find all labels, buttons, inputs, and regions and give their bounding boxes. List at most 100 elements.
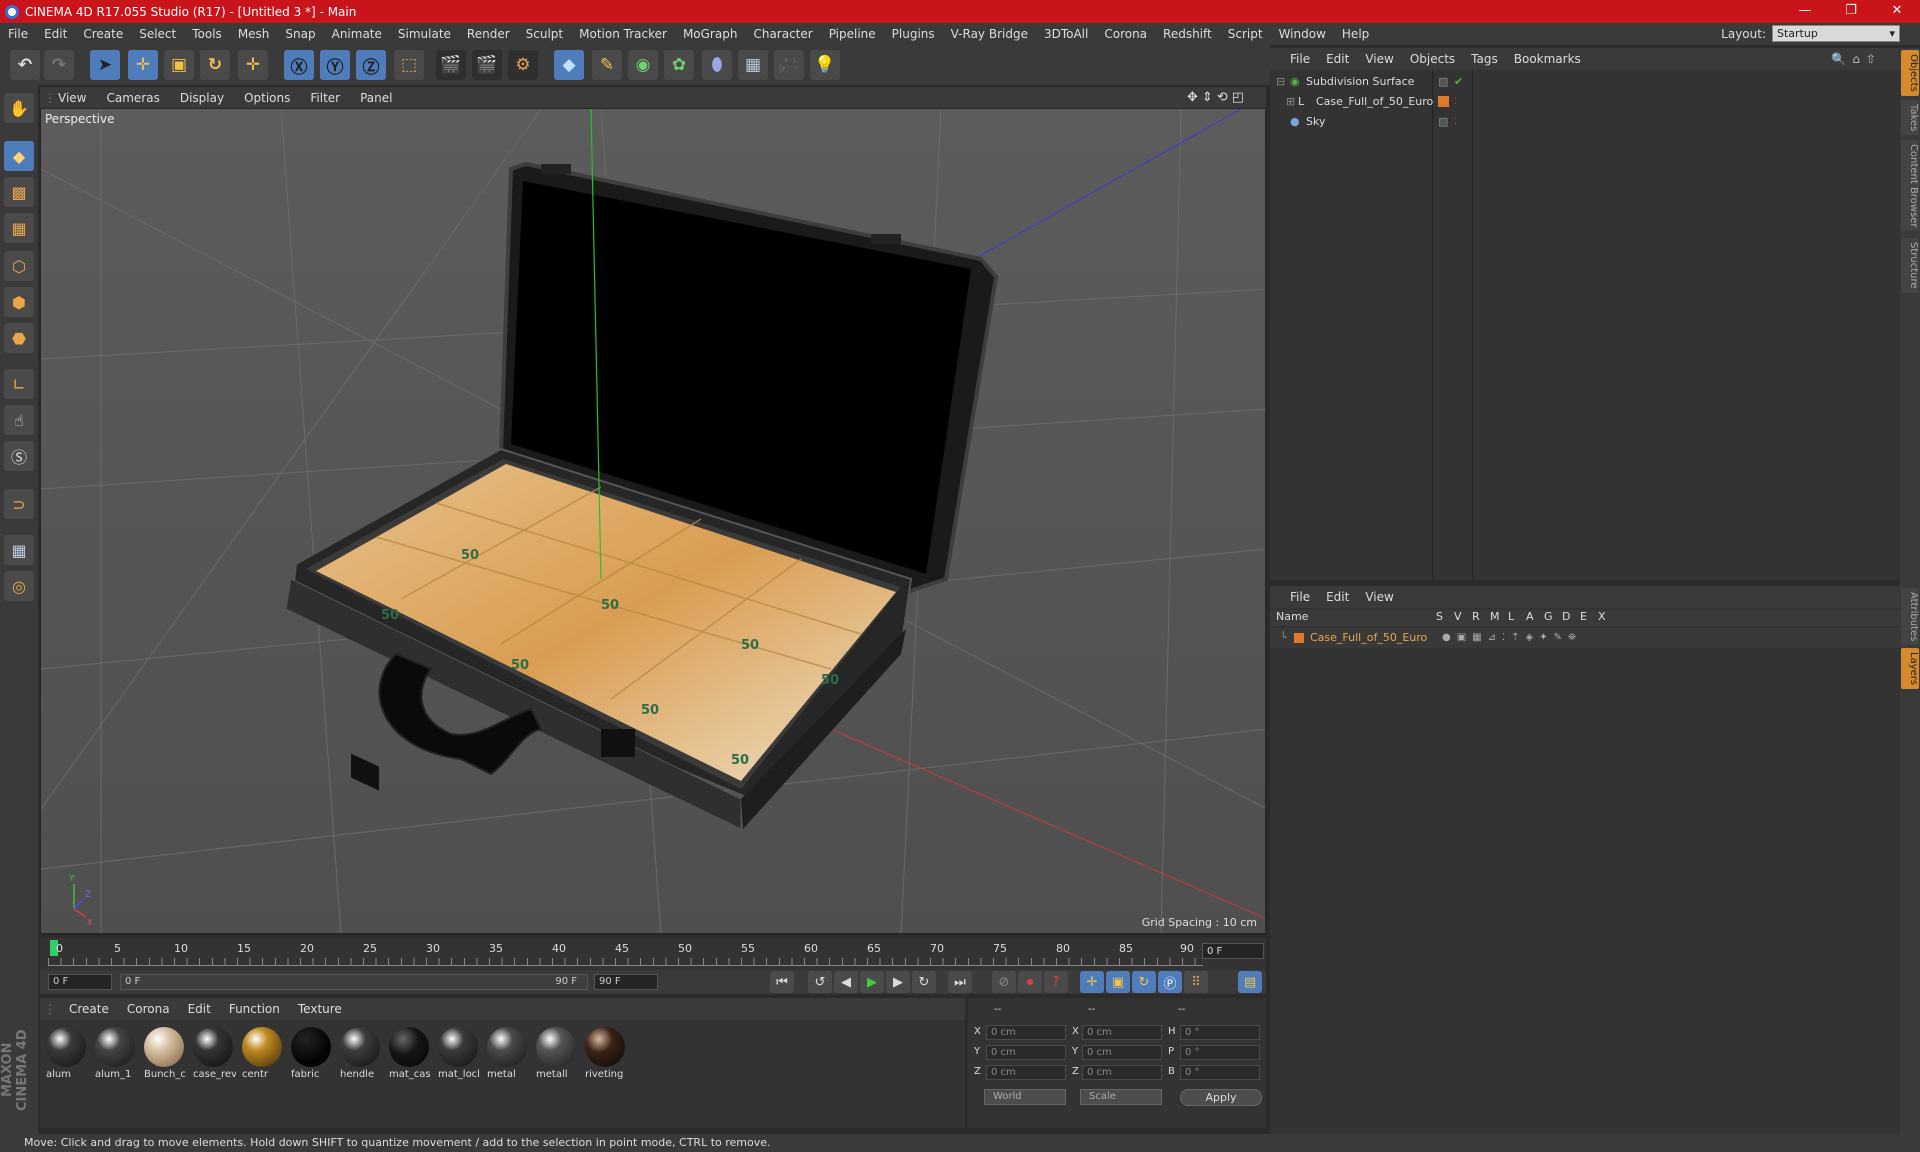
layer-col-xref[interactable]: X [1598,610,1606,623]
material-swatch[interactable]: metall [533,1025,579,1083]
redo-icon[interactable]: ↷ [44,50,74,80]
layer-col-deformers[interactable]: D [1562,610,1570,623]
apply-button[interactable]: Apply [1180,1089,1262,1106]
material-menu-edit[interactable]: Edit [179,1002,220,1016]
menu-tools[interactable]: Tools [184,27,230,41]
menu-window[interactable]: Window [1271,27,1334,41]
position-y-field[interactable]: 0 cm [986,1045,1066,1060]
menu-simulate[interactable]: Simulate [390,27,459,41]
menu-select[interactable]: Select [131,27,184,41]
undo-icon[interactable]: ↶ [10,50,40,80]
last-tool-icon[interactable]: ✛ [238,50,268,80]
material-swatch[interactable]: riveting [582,1025,628,1083]
go-to-end-icon[interactable]: ⏭ [948,971,972,993]
axis-mode-icon[interactable]: ∟ [4,369,34,399]
layer-col-view[interactable]: V [1454,610,1462,623]
viewport-menu-cameras[interactable]: Cameras [96,91,169,105]
layer-row[interactable]: └ Case_Full_of_50_Euro ●▣▦⊿⁚⇡◈✦✎⛯ [1270,628,1900,648]
restore-button[interactable]: ❐ [1828,0,1874,23]
menu-mograph[interactable]: MoGraph [675,27,746,41]
layer-menu-file[interactable]: File [1282,590,1318,604]
camera-icon[interactable]: 🎥 [774,50,804,80]
subdivision-icon[interactable]: ◉ [628,50,658,80]
viewport-menu-view[interactable]: View [48,91,96,105]
menu-pipeline[interactable]: Pipeline [821,27,884,41]
object-row[interactable]: ⊟ ◉ Subdivision Surface ▨ ✔ [1270,72,1900,92]
record-keys-icon[interactable]: ⊘ [992,971,1016,993]
move-icon[interactable]: ✛ [128,50,158,80]
autokey-icon[interactable]: ⏺ [1018,971,1042,993]
layer-toggle-icons[interactable]: ●▣▦⊿⁚⇡◈✦✎⛯ [1442,628,1582,648]
timeline-ruler[interactable]: 0 5 10 15 20 25 30 35 40 45 50 55 60 65 … [40,938,1266,972]
material-menu-create[interactable]: Create [60,1002,118,1016]
floor-icon[interactable]: ▦ [738,50,768,80]
render-picture-viewer-icon[interactable]: 🎬 [472,50,502,80]
obj-menu-edit[interactable]: Edit [1318,52,1357,66]
size-z-field[interactable]: 0 cm [1082,1065,1162,1080]
menu-mesh[interactable]: Mesh [230,27,278,41]
z-axis-lock-icon[interactable]: Ⓩ [356,50,386,80]
material-menu-function[interactable]: Function [220,1002,289,1016]
make-editable-icon[interactable]: ✋ [4,93,34,123]
position-z-field[interactable]: 0 cm [986,1065,1066,1080]
rotation-b-field[interactable]: 0 ° [1180,1065,1260,1080]
menu-edit[interactable]: Edit [36,27,75,41]
close-button[interactable]: ✕ [1874,0,1920,23]
menu-snap[interactable]: Snap [277,27,323,41]
viewport-menu-options[interactable]: Options [234,91,300,105]
material-menu-texture[interactable]: Texture [289,1002,351,1016]
next-key-icon[interactable]: ↻ [912,971,936,993]
key-position-icon[interactable]: ✛ [1080,971,1104,993]
visibility-dots-icon[interactable]: ⁚ [1454,92,1457,112]
mograph-cloner-icon[interactable]: ✿ [664,50,694,80]
layer-col-locked[interactable]: L [1508,610,1514,623]
material-swatch[interactable]: alum [43,1025,89,1083]
material-swatch[interactable]: hendle [337,1025,383,1083]
viewport-navigation-icons[interactable]: ✥⇕⟲◰ [1177,90,1258,105]
viewport-menu-display[interactable]: Display [170,91,234,105]
layer-box-icon[interactable]: ▨ [1438,112,1448,132]
visibility-dots-icon[interactable]: ⁚ [1454,112,1457,132]
keyframe-selection-icon[interactable]: ? [1044,971,1068,993]
current-frame-field[interactable]: 0 F [1202,943,1264,959]
tab-structure[interactable]: Structure [1901,238,1919,293]
key-rotation-icon[interactable]: ↻ [1132,971,1156,993]
size-mode-dropdown[interactable]: Scale [1080,1089,1162,1105]
menu-redshift[interactable]: Redshift [1155,27,1220,41]
scale-icon[interactable]: ▣ [164,50,194,80]
render-view-icon[interactable]: 🎬 [436,50,466,80]
go-to-start-icon[interactable]: ⏮ [770,971,794,993]
material-swatch[interactable]: metal [484,1025,530,1083]
timeline-window-icon[interactable]: ▤ [1238,971,1262,993]
tab-takes[interactable]: Takes [1901,100,1919,136]
layout-dropdown[interactable]: Startup [1772,25,1900,42]
previous-frame-icon[interactable]: ◀ [834,971,858,993]
material-swatch[interactable]: alum_1 [92,1025,138,1083]
menu-create[interactable]: Create [75,27,131,41]
menu-character[interactable]: Character [745,27,820,41]
magnet-icon[interactable]: ⊃ [4,489,34,519]
rotate-icon[interactable]: ↻ [200,50,230,80]
tab-attributes[interactable]: Attributes [1901,588,1919,646]
obj-menu-bookmarks[interactable]: Bookmarks [1506,52,1589,66]
size-x-field[interactable]: 0 cm [1082,1025,1162,1040]
menu-sculpt[interactable]: Sculpt [518,27,571,41]
layer-col-animation[interactable]: A [1526,610,1534,623]
previous-key-icon[interactable]: ↺ [808,971,832,993]
layer-menu-edit[interactable]: Edit [1318,590,1357,604]
key-parameter-icon[interactable]: Ⓟ [1158,971,1182,993]
material-swatch[interactable]: centr [239,1025,285,1083]
solo-mode-icon[interactable]: ◎ [4,571,34,601]
rotation-p-field[interactable]: 0 ° [1180,1045,1260,1060]
obj-menu-tags[interactable]: Tags [1463,52,1506,66]
material-swatch[interactable]: case_rev [190,1025,236,1083]
menu-3dtoall[interactable]: 3DToAll [1036,27,1096,41]
material-swatch[interactable]: fabric [288,1025,334,1083]
light-icon[interactable]: 💡 [810,50,840,80]
obj-menu-file[interactable]: File [1282,52,1318,66]
model-mode-icon[interactable]: ◆ [4,141,34,171]
position-x-field[interactable]: 0 cm [986,1025,1066,1040]
menu-script[interactable]: Script [1220,27,1271,41]
tab-objects[interactable]: Objects [1901,50,1919,96]
viewport-menu-panel[interactable]: Panel [350,91,402,105]
